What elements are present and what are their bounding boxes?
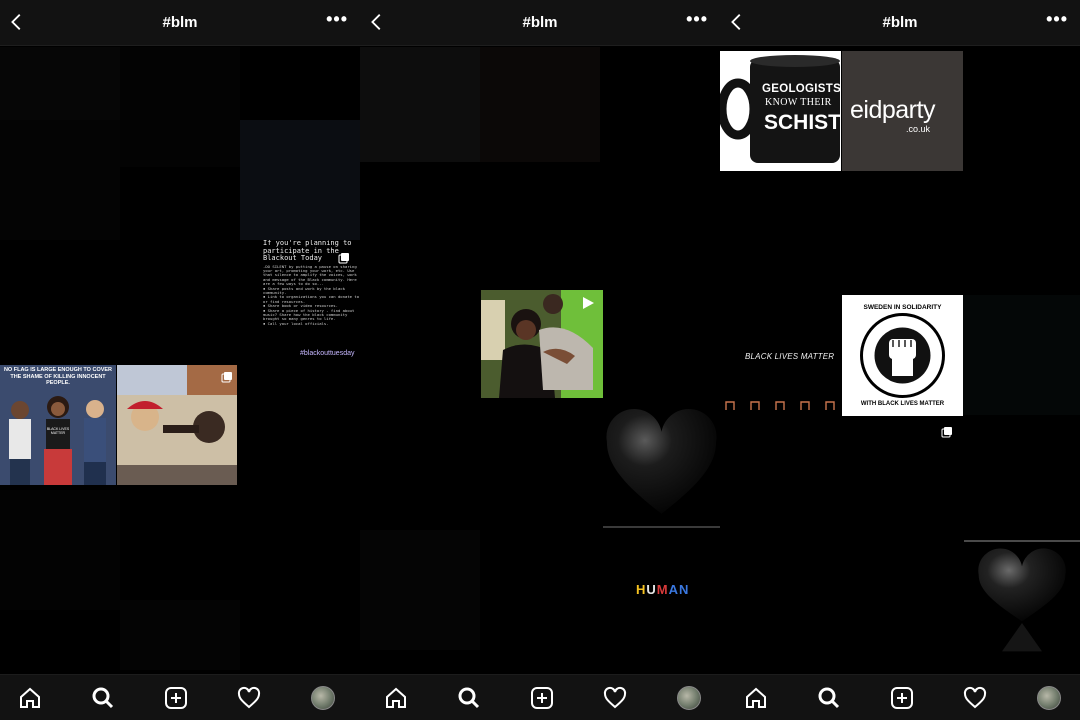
multiple-posts-icon [338,253,349,264]
grid-tile[interactable] [120,600,240,670]
search-icon[interactable] [91,686,115,710]
human-letter-n: N [679,582,690,597]
add-post-icon[interactable] [530,686,554,710]
blackout-post-tile[interactable]: If you're planning to participate in the… [240,240,360,485]
blackout-body: -DO SILENT by putting a pause on sharing… [263,263,360,326]
video-play-icon [583,297,594,309]
hashtag-blackouttuesday: #blackouttuesday [300,350,355,357]
screen-2: #blm ••• HUMAN [360,0,720,720]
human-letter-m: M [656,582,669,597]
blm-text: BLACK LIVES MATTER [745,352,835,361]
blm-text-tile[interactable]: BLACK LIVES MATTER [720,296,841,416]
screen-1: #blm ••• If you're planning to participa… [0,0,360,720]
video-post-tile[interactable] [481,290,603,398]
human-text: HUMAN [636,582,689,597]
bottom-nav [360,674,720,720]
raised-fists-icon [725,401,835,410]
home-icon[interactable] [18,686,42,710]
black-heart-icon [606,408,717,514]
avatar[interactable] [1037,686,1061,710]
grid-tile[interactable] [240,120,360,240]
more-horizontal-icon[interactable]: ••• [326,9,348,30]
eidparty-tile[interactable]: eidparty .co.uk [842,51,963,171]
human-letter-u: U [646,582,657,597]
add-post-icon[interactable] [164,686,188,710]
avatar[interactable] [677,686,701,710]
human-letter-a: A [668,582,680,597]
mug-line-3: SCHIST [764,111,841,134]
bottom-nav [0,674,360,720]
sweden-top-text: SWEDEN IN SOLIDARITY [863,304,942,311]
black-heart-tile[interactable] [964,540,1080,670]
home-icon[interactable] [384,686,408,710]
grid-tile[interactable] [480,47,600,162]
shirt-text: BLACK LIVES MATTER [46,427,70,435]
search-icon[interactable] [457,686,481,710]
women-illustration-tile[interactable]: NO FLAG IS LARGE ENOUGH TO COVER THE SHA… [0,365,116,485]
mural-photo-tile[interactable] [117,365,237,485]
black-heart-tile[interactable] [603,400,720,528]
top-bar: #blm ••• [360,0,720,46]
heart-icon[interactable] [603,686,627,710]
women-illustration [9,396,106,485]
mug-line-2: KNOW THEIR [765,97,832,108]
more-horizontal-icon[interactable]: ••• [686,9,708,30]
page-title: #blm [522,14,558,31]
eidparty-domain: .co.uk [906,124,931,134]
eidparty-logo: eidparty [850,96,935,124]
add-post-icon[interactable] [890,686,914,710]
grid-tile[interactable] [963,295,1080,415]
black-heart-icon [978,548,1066,652]
human-text-tile[interactable]: HUMAN [603,530,720,650]
grid-tile[interactable] [0,490,120,610]
grid-tile[interactable] [360,530,480,650]
grid-tile[interactable] [0,120,120,240]
heart-icon[interactable] [963,686,987,710]
multiple-posts-icon [221,372,232,383]
avatar[interactable] [311,686,335,710]
top-bar: #blm ••• [720,0,1080,46]
heart-icon[interactable] [237,686,261,710]
bottom-nav [720,674,1080,720]
geologist-mug-tile[interactable]: GEOLOGISTS KNOW THEIR SCHIST [720,51,841,171]
sweden-bottom-text: WITH BLACK LIVES MATTER [860,401,945,407]
mural-image [117,365,237,485]
raised-fist-icon [860,313,945,398]
grid-tile[interactable] [360,47,480,162]
top-bar: #blm ••• [0,0,360,46]
mug-line-1: GEOLOGISTS [762,83,841,95]
page-title: #blm [162,14,198,31]
poster-headline: NO FLAG IS LARGE ENOUGH TO COVER THE SHA… [3,367,113,386]
screen-3: #blm ••• GEOLOGISTS KNOW THEIR SCHIST ei… [720,0,1080,720]
human-letter-h: H [636,582,647,597]
search-icon[interactable] [817,686,841,710]
home-icon[interactable] [744,686,768,710]
page-title: #blm [882,14,918,31]
sweden-solidarity-tile[interactable]: SWEDEN IN SOLIDARITY WITH BLACK LIVES MA… [842,295,963,416]
multiple-posts-icon [941,427,952,438]
more-horizontal-icon[interactable]: ••• [1046,9,1068,30]
grid-tile[interactable] [120,47,240,167]
